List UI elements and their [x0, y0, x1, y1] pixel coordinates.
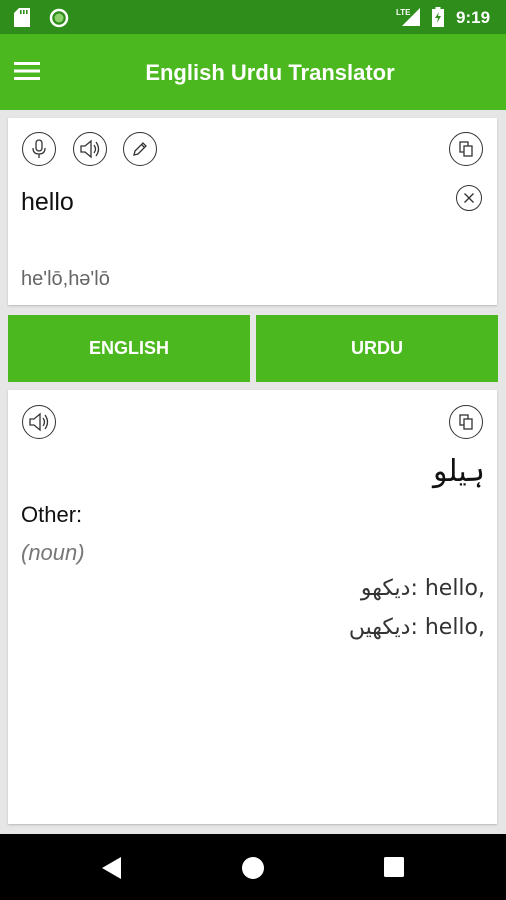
close-icon [464, 193, 474, 203]
copy-icon [459, 141, 473, 157]
app-bar: English Urdu Translator [0, 34, 506, 110]
edit-button[interactable] [123, 132, 157, 166]
copy-icon [459, 414, 473, 430]
output-card: ہیلو Other: (noun) دیکھو: hello, دیکھیں:… [8, 390, 497, 824]
signal-icon: LTE [396, 8, 420, 26]
copy-output-button[interactable] [449, 405, 483, 439]
translation-text: ہیلو [432, 454, 485, 489]
input-text[interactable]: hello [21, 188, 74, 217]
clock: 9:19 [456, 8, 491, 27]
record-icon [49, 8, 69, 28]
speak-output-button[interactable] [22, 405, 56, 439]
home-icon[interactable] [241, 856, 265, 880]
pencil-icon [133, 142, 147, 156]
recents-icon[interactable] [383, 856, 405, 878]
battery-icon [432, 7, 444, 27]
part-of-speech: (noun) [21, 540, 85, 565]
status-bar: LTE 9:19 [0, 0, 506, 34]
alternative-translation: دیکھو: hello, [360, 576, 485, 601]
source-language-button[interactable]: ENGLISH [8, 315, 250, 382]
alternative-translation: دیکھیں: hello, [348, 615, 485, 640]
copy-input-button[interactable] [449, 132, 483, 166]
back-icon[interactable] [101, 856, 123, 880]
speak-input-button[interactable] [73, 132, 107, 166]
speaker-icon [80, 139, 100, 159]
clear-button[interactable] [456, 185, 482, 211]
microphone-icon [32, 139, 46, 158]
navigation-bar [0, 834, 506, 900]
other-label: Other: [21, 502, 83, 527]
input-card: hello he'lō,hə'lō [8, 118, 497, 305]
network-label: LTE [396, 8, 411, 17]
speaker-icon [29, 412, 49, 432]
sd-card-icon [14, 8, 30, 27]
phonetic-text: he'lō,hə'lō [21, 268, 110, 290]
app-title: English Urdu Translator [145, 60, 395, 85]
target-language-button[interactable]: URDU [256, 315, 498, 382]
mic-button[interactable] [22, 132, 56, 166]
